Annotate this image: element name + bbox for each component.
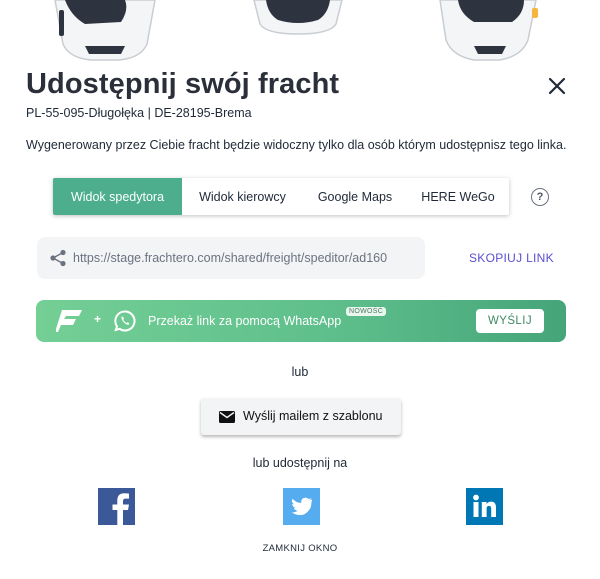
linkedin-icon[interactable] xyxy=(466,488,503,525)
tab-google-maps[interactable]: Google Maps xyxy=(303,178,407,215)
whatsapp-icon xyxy=(114,310,136,332)
or-divider-text: lub xyxy=(291,365,309,379)
share-link-input[interactable] xyxy=(73,237,419,279)
mail-icon xyxy=(219,411,235,423)
close-icon[interactable] xyxy=(545,74,569,98)
email-template-button[interactable]: Wyślij mailem z szablonu xyxy=(201,398,401,435)
tab-here-wego[interactable]: HERE WeGo xyxy=(407,178,509,215)
car-illustration-left xyxy=(54,0,156,61)
facebook-icon[interactable] xyxy=(98,488,135,525)
new-badge: NOWOŚĆ xyxy=(346,307,387,316)
email-button-label: Wyślij mailem z szablonu xyxy=(243,409,383,423)
help-icon[interactable]: ? xyxy=(531,188,549,206)
freight-route: PL-55-095-Długołęka | DE-28195-Brema xyxy=(26,106,252,120)
link-field-container xyxy=(37,237,425,279)
view-tabs: Widok spedytora Widok kierowcy Google Ma… xyxy=(53,178,509,215)
whatsapp-share-text: Przekaż link za pomocą WhatsApp xyxy=(148,314,342,328)
share-on-label: lub udostępnij na xyxy=(252,456,348,470)
car-illustration-middle xyxy=(253,0,343,35)
whatsapp-banner: + Przekaż link za pomocą WhatsApp NOWOŚĆ… xyxy=(36,300,566,342)
whatsapp-send-button[interactable]: WYŚLIJ xyxy=(476,309,544,333)
tab-widok-spedytora[interactable]: Widok spedytora xyxy=(53,178,182,215)
close-window-button[interactable]: ZAMKNIJ OKNO xyxy=(0,543,600,554)
description-text: Wygenerowany przez Ciebie fracht będzie … xyxy=(26,138,567,152)
background-cars xyxy=(0,0,600,66)
twitter-icon[interactable] xyxy=(283,488,320,525)
share-icon xyxy=(50,249,66,267)
tab-widok-kierowcy[interactable]: Widok kierowcy xyxy=(182,178,303,215)
frachtero-logo-icon xyxy=(56,310,82,332)
car-illustration-right xyxy=(439,0,538,61)
page-title: Udostępnij swój fracht xyxy=(26,68,340,100)
copy-link-button[interactable]: SKOPIUJ LINK xyxy=(469,251,554,265)
plus-sign: + xyxy=(94,312,102,326)
